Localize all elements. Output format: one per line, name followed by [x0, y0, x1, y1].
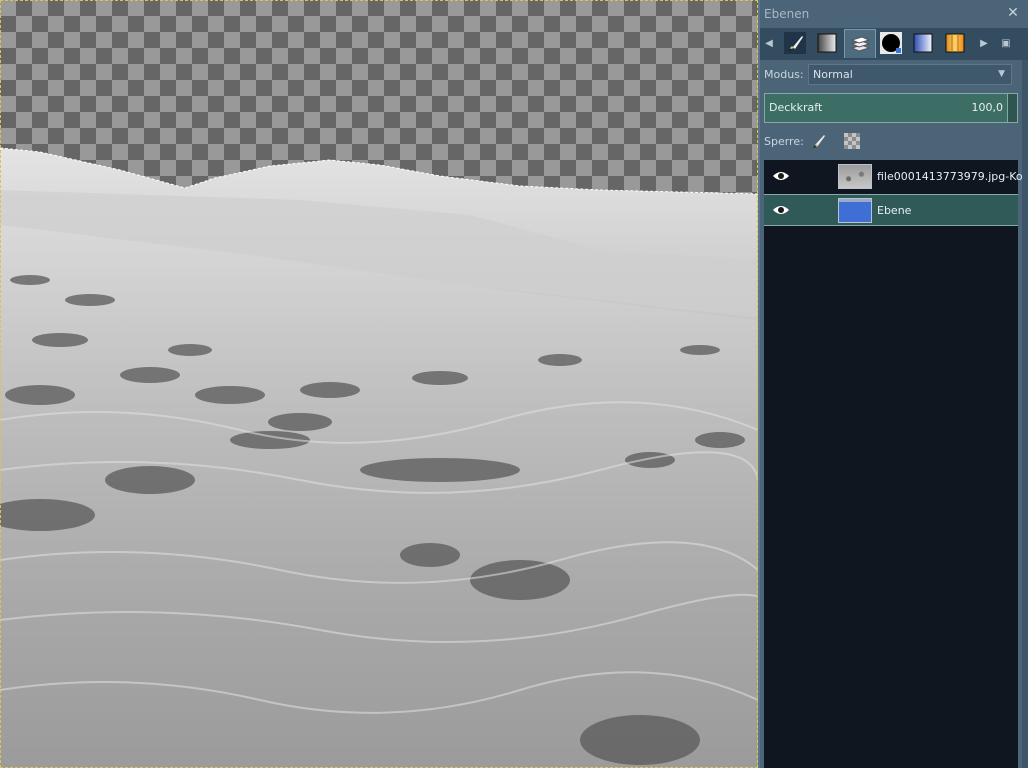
layer-name: Ebene: [877, 204, 912, 217]
layers-tab[interactable]: [844, 29, 876, 58]
mode-dropdown[interactable]: Normal ▼: [808, 64, 1012, 85]
tab-menu-icon[interactable]: ▣: [1000, 36, 1012, 52]
layers-list: file0001413773979.jpg-Kopie Ebene: [764, 160, 1028, 768]
lock-label: Sperre:: [764, 135, 804, 148]
opacity-label: Deckkraft: [769, 101, 823, 114]
paintbrush-tab[interactable]: [780, 29, 810, 57]
dock-scrollbar[interactable]: [1022, 60, 1028, 768]
close-icon[interactable]: ✕: [1006, 6, 1020, 20]
mode-value: Normal: [813, 68, 853, 81]
layer-name: file0001413773979.jpg-Kopie: [877, 170, 1028, 183]
opacity-spin-button[interactable]: [1007, 94, 1017, 122]
image-canvas[interactable]: [0, 0, 758, 768]
brush-icon: [784, 32, 806, 54]
opacity-slider[interactable]: Deckkraft 100,0: [764, 93, 1018, 123]
dock-titlebar[interactable]: Ebenen ✕: [760, 0, 1028, 28]
sand-dunes-image: [0, 147, 758, 768]
dock-title: Ebenen: [764, 7, 810, 21]
layer-row-copy[interactable]: file0001413773979.jpg-Kopie: [764, 161, 1028, 193]
layer-thumbnail: [838, 198, 872, 223]
layer-thumbnail: [838, 164, 872, 189]
tab-scroll-left-icon[interactable]: ◀: [763, 36, 775, 52]
orange-gradient-icon: [945, 33, 965, 53]
pattern-tab[interactable]: [812, 29, 842, 57]
brushes-tab[interactable]: [876, 29, 906, 57]
eye-icon[interactable]: [772, 204, 790, 216]
lock-pixels-icon[interactable]: [810, 132, 828, 150]
chevron-down-icon: ▼: [998, 69, 1005, 79]
gradient-square-icon: [817, 33, 837, 53]
lock-alpha-icon[interactable]: [844, 133, 860, 149]
black-circle-icon: [880, 32, 902, 54]
opacity-value: 100,0: [971, 101, 1004, 114]
dock-tabstrip: ◀ ▶ ▣: [760, 28, 1028, 60]
layers-dock: Ebenen ✕ ◀ ▶ ▣ Modus: Normal ▼ Deckkraft…: [758, 0, 1028, 768]
layer-row-ebene[interactable]: Ebene: [764, 194, 1018, 226]
eye-icon[interactable]: [772, 170, 790, 182]
layers-icon: [850, 36, 871, 52]
mode-label: Modus:: [764, 68, 804, 81]
tab-scroll-right-icon[interactable]: ▶: [978, 36, 990, 52]
palette-tab[interactable]: [940, 29, 970, 57]
gradient-tab[interactable]: [908, 29, 938, 57]
blue-gradient-icon: [913, 33, 933, 53]
